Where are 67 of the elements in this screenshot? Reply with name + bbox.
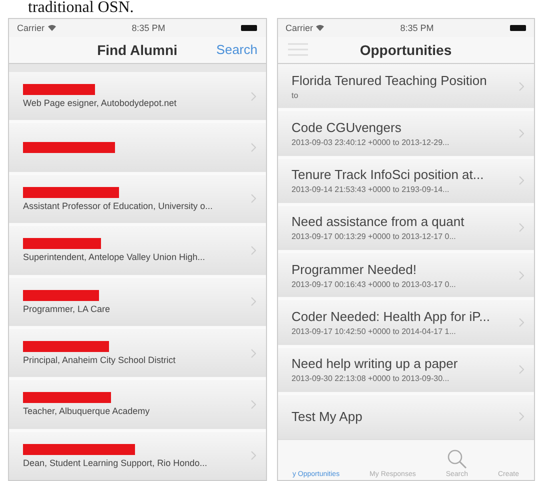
list-row[interactable]: Assistant Professor of Education, University o...	[9, 174, 266, 224]
chevron-icon	[250, 451, 256, 460]
chevron-icon	[250, 348, 256, 358]
row-subtitle: 2013-09-17 00:16:43 +0000 to 2013-03-17 0...	[292, 280, 457, 289]
row-subtitle: Dean, Student Learning Support, Rio Hondo...	[23, 458, 208, 468]
list-row[interactable]: Web Page esigner, Autobodydepot.net	[9, 72, 266, 120]
chevron-icon	[250, 246, 256, 255]
wifi-icon	[48, 25, 56, 31]
chevron-icon	[250, 400, 256, 409]
chevron-icon	[250, 194, 256, 204]
list-row[interactable]: Superintendent, Antelope Valley Union High...	[9, 226, 266, 274]
carrier-label: Carrier	[286, 23, 314, 33]
screen-title: Find Alumni	[97, 42, 178, 58]
row-title: Need help writing up a paper	[292, 356, 459, 372]
list-row[interactable]	[9, 123, 266, 172]
chevron-icon	[519, 412, 524, 422]
carrier-label: Carrier	[17, 23, 45, 33]
row-title: Programmer Needed!	[292, 262, 418, 277]
list-row[interactable]: Need help writing up a paper 2013-09-30 22:13:08 +0000 to 2013-09-30...	[278, 348, 534, 392]
row-title: Need assistance from a quant	[292, 214, 466, 230]
row-subtitle: 2013-09-30 22:13:08 +0000 to 2013-09-30...	[292, 374, 450, 384]
row-subtitle: 2013-09-03 23:40:12 +0000 to 2013-12-29...	[292, 138, 450, 147]
chevron-icon	[519, 365, 524, 374]
row-subtitle: Superintendent, Antelope Valley Union High...	[23, 252, 206, 262]
row-subtitle: 2013-09-17 00:13:29 +0000 to 2013-12-17 0...	[292, 232, 457, 242]
chevron-icon	[519, 318, 524, 327]
list-row[interactable]: Dean, Student Learning Support, Rio Hondo...	[9, 432, 266, 480]
status-time: 8:35 PM	[132, 23, 166, 33]
row-subtitle: Programmer, LA Care	[23, 304, 112, 314]
row-title: Florida Tenured Teaching Position	[292, 72, 488, 88]
list-row[interactable]: Programmer Needed! 2013-09-17 00:16:43 +0000 to 2013-03-17 0...	[278, 253, 534, 298]
list-row[interactable]: Florida Tenured Teaching Position to	[278, 64, 534, 108]
row-title: Test My App	[292, 409, 364, 424]
chevron-icon	[250, 92, 256, 101]
status-time: 8:35 PM	[400, 23, 434, 33]
chevron-icon	[519, 176, 524, 186]
chevron-icon	[519, 223, 524, 232]
row-subtitle: Teacher, Albuquerque Academy	[23, 406, 151, 416]
chevron-icon	[250, 143, 256, 152]
row-subtitle: 2013-09-14 21:53:43 +0000 to 2193-09-14...	[292, 185, 450, 194]
list-row[interactable]: Code CGUvengers 2013-09-03 23:40:12 +0000 to 2013-12-29...	[278, 111, 534, 156]
chevron-icon	[250, 297, 256, 306]
row-title: Code CGUvengers	[292, 120, 402, 135]
wifi-icon	[316, 25, 324, 31]
battery-icon	[510, 25, 526, 31]
caption-text: traditional OSN.	[28, 0, 134, 16]
row-title: Tenure Track InfoSci position at...	[292, 167, 485, 182]
row-title: Coder Needed: Health App for iP...	[292, 308, 491, 324]
row-subtitle: Web Page esigner, Autobodydepot.net	[23, 98, 178, 108]
list-row[interactable]: Need assistance from a quant 2013-09-17 00:13:29 +0000 to 2013-12-17 0...	[278, 206, 534, 250]
row-subtitle: Principal, Anaheim City School District	[23, 355, 177, 366]
screen-title: Opportunities	[360, 42, 452, 58]
list-row[interactable]: Principal, Anaheim City School District	[9, 328, 266, 378]
redaction-bar	[23, 84, 95, 96]
row-subtitle: 2013-09-17 10:42:50 +0000 to 2014-04-17 1...	[292, 326, 457, 336]
list-row[interactable]: Test My App	[278, 394, 534, 439]
list-row[interactable]: Programmer, LA Care	[9, 278, 266, 326]
chevron-icon	[519, 82, 524, 91]
list-row[interactable]: Teacher, Albuquerque Academy	[9, 380, 266, 429]
chevron-icon	[519, 128, 524, 138]
search-icon	[446, 449, 467, 469]
row-subtitle: to	[292, 90, 300, 100]
chevron-icon	[519, 270, 524, 280]
list-row[interactable]: Tenure Track InfoSci position at... 2013-09-14 21:53:43 +0000 to 2193-09-14...	[278, 158, 534, 203]
list-row[interactable]: Coder Needed: Health App for iP... 2013-09-17 10:42:50 +0000 to 2014-04-17 1...	[278, 300, 534, 344]
battery-icon	[241, 25, 258, 31]
row-subtitle: Assistant Professor of Education, University o...	[23, 200, 214, 211]
